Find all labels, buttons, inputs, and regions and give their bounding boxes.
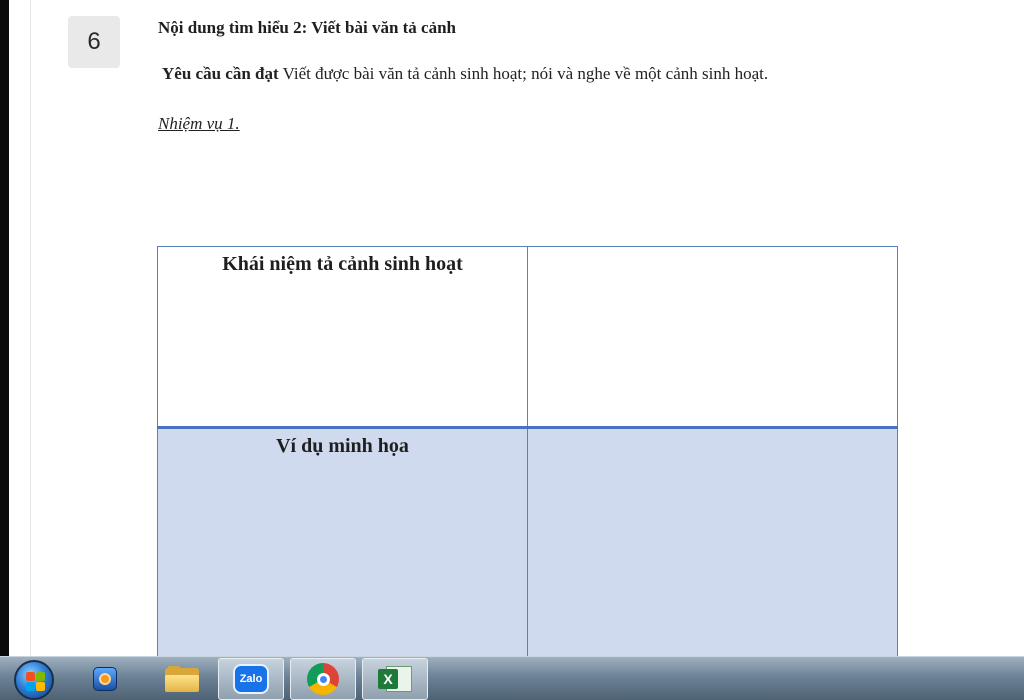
- requirement-line: Yêu cầu cần đạt Viết được bài văn tả cản…: [162, 64, 768, 84]
- media-player-icon: [93, 667, 117, 691]
- taskbar-zalo-button[interactable]: Zalo: [218, 658, 284, 700]
- worksheet-table: Khái niệm tả cảnh sinh hoạt Ví dụ minh h…: [157, 246, 898, 657]
- windows-start-orb-icon: [14, 660, 54, 700]
- table-row: Ví dụ minh họa: [157, 426, 898, 657]
- taskbar: [0, 656, 1024, 700]
- file-explorer-icon: [165, 666, 199, 692]
- section-heading: Nội dung tìm hiểu 2: Viết bài văn tả cản…: [158, 18, 457, 37]
- chrome-icon: [307, 663, 339, 695]
- table-cell-label: Khái niệm tả cảnh sinh hoạt: [157, 246, 528, 428]
- table-cell-answer[interactable]: [527, 426, 898, 657]
- excel-icon-letter: X: [378, 669, 398, 689]
- table-cell-label: Ví dụ minh họa: [157, 426, 528, 657]
- requirement-label: Yêu cầu cần đạt: [162, 64, 279, 83]
- left-window-edge: [0, 0, 9, 656]
- excel-icon: X: [378, 664, 412, 694]
- taskbar-chrome-button[interactable]: [290, 658, 356, 700]
- table-row: Khái niệm tả cảnh sinh hoạt: [157, 246, 898, 428]
- screen: 6 Nội dung tìm hiểu 2: Viết bài văn tả c…: [0, 0, 1024, 700]
- table-cell-answer[interactable]: [527, 246, 898, 428]
- zalo-icon: Zalo: [233, 664, 269, 694]
- start-button[interactable]: [10, 660, 58, 700]
- page-margin-line: [30, 0, 31, 656]
- taskbar-media-player-button[interactable]: [84, 658, 126, 700]
- taskbar-file-explorer-button[interactable]: [156, 658, 208, 700]
- task-label: Nhiệm vụ 1.: [158, 114, 240, 133]
- taskbar-excel-button[interactable]: X: [362, 658, 428, 700]
- requirement-text: Viết được bài văn tả cảnh sinh hoạt; nói…: [278, 64, 769, 83]
- step-number-badge: 6: [68, 16, 120, 68]
